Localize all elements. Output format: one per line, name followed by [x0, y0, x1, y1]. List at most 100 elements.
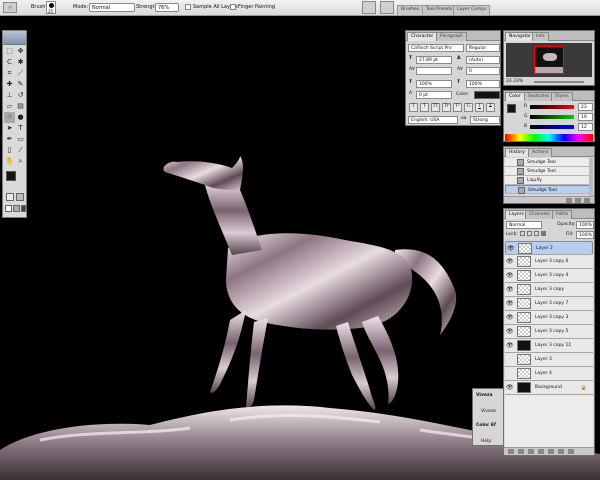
text-color-swatch[interactable]: [474, 91, 500, 99]
visibility-eye-icon[interactable]: [506, 356, 513, 363]
zoom-tool-icon[interactable]: ⌕: [15, 156, 26, 167]
tab-history[interactable]: History: [505, 148, 530, 157]
snapshot-icon[interactable]: [575, 198, 581, 203]
visibility-eye-icon[interactable]: 👁: [506, 384, 514, 391]
language-select[interactable]: English: USA: [408, 116, 458, 124]
history-scrollbar[interactable]: [589, 158, 593, 196]
magic-wand-tool-icon[interactable]: ✱: [15, 57, 26, 68]
navigator-preview[interactable]: [506, 43, 592, 77]
delete-layer-icon[interactable]: [568, 449, 574, 454]
antialias-select[interactable]: Strong: [470, 116, 500, 124]
layer-mask-icon[interactable]: [528, 449, 534, 454]
notes-tool-icon[interactable]: ▯: [4, 145, 15, 156]
help-link[interactable]: Help: [481, 439, 491, 444]
lasso-tool-icon[interactable]: ᑕ: [4, 57, 15, 68]
path-selection-icon[interactable]: ➤: [4, 123, 15, 134]
tab-character[interactable]: Character: [407, 32, 438, 41]
layer-row[interactable]: 👁 Layer 3 copy 3: [505, 311, 593, 325]
type-tool-icon[interactable]: T: [15, 123, 26, 134]
superscript-button[interactable]: T¹: [453, 103, 462, 112]
layer-row[interactable]: 👁 Layer 3 copy 7: [505, 297, 593, 311]
small-caps-button[interactable]: Tт: [442, 103, 451, 112]
dodge-tool-icon[interactable]: ●: [15, 112, 26, 123]
layer-row[interactable]: 👁 Layer 3 copy 12: [505, 339, 593, 353]
marquee-tool-icon[interactable]: ⬚: [4, 46, 15, 57]
tab-channels[interactable]: Channels: [525, 210, 554, 219]
tab-color[interactable]: Color: [505, 92, 525, 101]
visibility-eye-icon[interactable]: 👁: [506, 342, 514, 349]
standard-mode-icon[interactable]: [6, 193, 14, 201]
visibility-eye-icon[interactable]: 👁: [506, 328, 514, 335]
green-field[interactable]: 19: [578, 113, 593, 121]
navigator-zoom-field[interactable]: 33.33%: [506, 79, 523, 84]
screen-mode-full-icon[interactable]: [21, 205, 26, 212]
tab-navigator[interactable]: Navigator: [505, 32, 536, 41]
smudge-tool-icon[interactable]: ☝: [3, 2, 17, 13]
leading-field[interactable]: (Auto): [466, 56, 500, 64]
file-browser-icon[interactable]: [362, 1, 376, 14]
tab-swatches[interactable]: Swatches: [524, 92, 554, 101]
pen-tool-icon[interactable]: ✒: [4, 134, 15, 145]
visibility-eye-icon[interactable]: 👁: [506, 272, 514, 279]
navigator-view-box[interactable]: [534, 46, 564, 74]
layer-row[interactable]: 👁 Layer 3 copy 4: [505, 269, 593, 283]
blue-slider[interactable]: [530, 125, 574, 129]
move-tool-icon[interactable]: ✥: [15, 46, 26, 57]
brush-tool-icon[interactable]: ✎: [15, 79, 26, 90]
font-size-field[interactable]: 27.89 pt: [416, 56, 452, 64]
faux-italic-button[interactable]: T: [420, 103, 429, 112]
new-document-icon[interactable]: [566, 198, 572, 203]
lock-pixels-icon[interactable]: [527, 231, 532, 236]
clone-stamp-icon[interactable]: ⊥: [4, 90, 15, 101]
lock-position-icon[interactable]: [534, 231, 539, 236]
history-item[interactable]: Smudge Tool: [505, 167, 593, 176]
strength-field[interactable]: 76%: [155, 3, 179, 12]
blend-mode-select[interactable]: Normal: [506, 221, 542, 229]
shape-tool-icon[interactable]: ▭: [15, 134, 26, 145]
layer-style-icon[interactable]: [518, 449, 524, 454]
viveza-title[interactable]: Viveza: [481, 409, 496, 414]
layer-row[interactable]: Layer 3: [505, 353, 593, 367]
visibility-eye-icon[interactable]: 👁: [507, 245, 515, 252]
tab-info[interactable]: Info: [532, 32, 549, 41]
fill-field[interactable]: 100%: [576, 231, 594, 239]
lock-all-icon[interactable]: [541, 231, 546, 236]
faux-bold-button[interactable]: T: [409, 103, 418, 112]
layer-row[interactable]: 👁 Layer 3 copy 5: [505, 325, 593, 339]
slice-tool-icon[interactable]: ⟋: [15, 68, 26, 79]
fg-color-chip[interactable]: [507, 104, 516, 113]
new-layer-icon[interactable]: [558, 449, 564, 454]
palette-toggle-icon[interactable]: [380, 1, 394, 14]
kerning-field[interactable]: 0: [466, 67, 500, 75]
layer-row-background[interactable]: 👁 Background 🔒: [505, 381, 593, 395]
color-efex-label[interactable]: Color Ef: [476, 423, 496, 428]
well-tab-tool-presets[interactable]: Tool Presets: [422, 5, 457, 15]
tab-paragraph[interactable]: Paragraph: [436, 32, 468, 41]
blue-field[interactable]: 12: [578, 123, 593, 131]
subscript-button[interactable]: T₁: [464, 103, 473, 112]
photoshop-logo[interactable]: [3, 31, 26, 45]
baseline-field[interactable]: 0 pt: [416, 91, 452, 99]
layer-row[interactable]: 👁 Layer 3 copy: [505, 283, 593, 297]
font-style-select[interactable]: Regular: [466, 44, 500, 52]
well-tab-layer-comps[interactable]: Layer Comps: [453, 5, 491, 15]
eyedropper-tool-icon[interactable]: ⁄: [15, 145, 26, 156]
mode-select[interactable]: Normal: [89, 3, 135, 12]
history-item-selected[interactable]: Smudge Tool: [505, 185, 593, 194]
new-group-icon[interactable]: [538, 449, 544, 454]
history-item[interactable]: Liquify: [505, 176, 593, 185]
smudge-tool-icon-selected[interactable]: ☝: [4, 112, 15, 123]
tracking-field[interactable]: [416, 67, 452, 75]
visibility-eye-icon[interactable]: 👁: [506, 258, 514, 265]
tab-paths[interactable]: Paths: [552, 210, 573, 219]
color-ramp[interactable]: [505, 134, 593, 141]
visibility-eye-icon[interactable]: [506, 370, 513, 377]
all-caps-button[interactable]: TT: [431, 103, 440, 112]
trash-icon[interactable]: [584, 198, 590, 203]
horizontal-scale-field[interactable]: 100%: [466, 80, 500, 88]
font-family-select[interactable]: Caflisch Script Pro: [408, 44, 464, 52]
layer-row[interactable]: 👁 Layer 3 copy 6: [505, 255, 593, 269]
navigator-zoom-slider[interactable]: [534, 81, 584, 83]
healing-brush-icon[interactable]: ✚: [4, 79, 15, 90]
well-tab-brushes[interactable]: Brushes: [397, 5, 424, 15]
